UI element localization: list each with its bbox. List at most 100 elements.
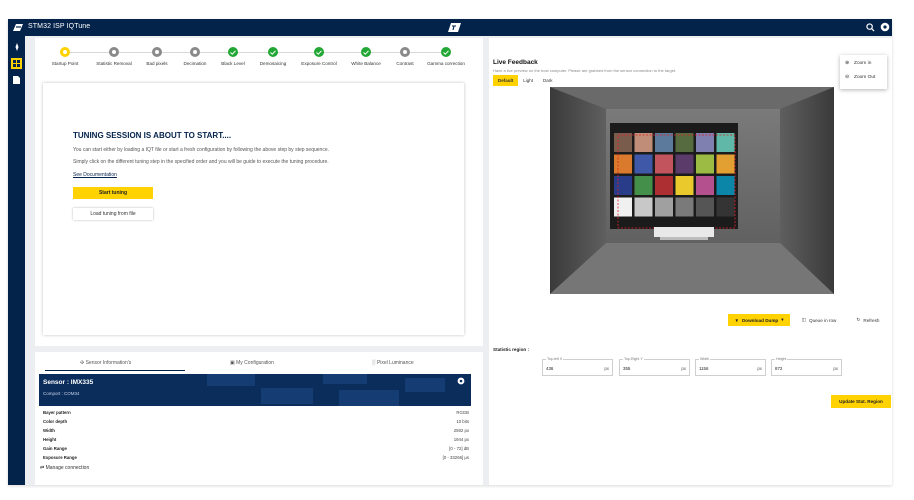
top-left-x-field[interactable]: Top-left X 436 px — [542, 357, 613, 376]
spec-row: Exposure Range [0 - 33266] μs — [43, 455, 469, 460]
step-bad-pixels[interactable]: Bad pixels — [137, 47, 177, 66]
step-exposure-control[interactable]: Exposure Control — [299, 47, 339, 66]
st-brand-logo-icon — [448, 23, 461, 32]
color-patch — [716, 133, 735, 152]
color-patch — [675, 197, 694, 217]
st-logo-icon — [13, 24, 23, 31]
zoom-in-icon: ⊕ — [845, 61, 850, 66]
color-patch — [655, 197, 673, 217]
height-field[interactable]: Height 872 px — [771, 357, 842, 376]
step-gamma-correction[interactable]: Gamma correction — [426, 47, 466, 66]
color-patch — [675, 176, 694, 195]
pending-step-icon — [190, 47, 200, 57]
mode-tab-light[interactable]: Light — [518, 75, 538, 86]
monitor-icon: ▣ — [230, 360, 235, 366]
live-feedback-title: Live Feedback — [493, 59, 538, 66]
sidebar — [8, 36, 25, 485]
live-feedback-panel: Live Feedback Have a live preview on the… — [489, 38, 892, 485]
color-patch — [634, 133, 653, 152]
color-patch — [716, 197, 735, 217]
color-patch — [655, 176, 673, 195]
color-patch — [696, 133, 714, 152]
live-feedback-subtitle: Have a live preview on the host computer… — [493, 68, 677, 73]
queue-icon: ◫ — [801, 317, 806, 322]
mode-tab-dark[interactable]: Dark — [538, 75, 558, 86]
color-patch — [634, 176, 653, 195]
zoom-out-icon: ⊖ — [845, 75, 850, 80]
width-field[interactable]: Width 1156 px — [695, 357, 766, 376]
active-tab-indicator — [45, 370, 185, 371]
color-patch — [614, 176, 632, 195]
queue-in-row-button[interactable]: ◫ Queue in row — [796, 314, 842, 326]
color-patch — [614, 154, 632, 174]
gear-icon[interactable] — [457, 377, 465, 385]
step-white-balance[interactable]: White Balance — [346, 47, 386, 66]
color-patch — [696, 197, 714, 217]
check-icon — [228, 47, 238, 57]
grid-icon — [13, 60, 20, 67]
chart-icon: ░ — [372, 360, 376, 366]
documentation-link[interactable]: See Documentation — [73, 172, 117, 178]
chevron-down-icon: ▾ — [781, 317, 784, 322]
sidebar-item-navigation[interactable] — [11, 41, 22, 52]
step-black-level[interactable]: Black Level — [213, 47, 253, 66]
sensor-name: Sensor : IMX335 — [43, 379, 94, 386]
info-panel: ✣ Sensor Information's ▣ My Configuratio… — [35, 352, 483, 485]
top-right-y-field[interactable]: Top-Right Y 355 px — [619, 357, 690, 376]
intro-text-1: You can start either by loading a IQT fi… — [73, 147, 329, 153]
intro-card: TUNING SESSION IS ABOUT TO START.... You… — [43, 83, 464, 335]
spec-row: Height 1944 px — [43, 437, 469, 442]
settings-icon[interactable] — [880, 22, 890, 32]
compass-icon — [15, 42, 18, 51]
tuning-panel: Startup Point Statistic Removal Bad pixe… — [35, 38, 483, 346]
pending-step-icon — [109, 47, 119, 57]
intro-text-2: Simply click on the different tuning ste… — [73, 159, 329, 165]
zoom-in-menu-item[interactable]: ⊕ Zoom in — [845, 61, 871, 66]
download-dump-button[interactable]: ▼ Download Dump ▾ — [728, 314, 790, 326]
step-startup-point[interactable]: Startup Point — [45, 47, 85, 66]
color-patch — [716, 176, 735, 195]
current-step-icon — [60, 47, 70, 57]
download-icon: ▼ — [734, 317, 739, 323]
sidebar-item-dashboard[interactable] — [11, 58, 22, 69]
spec-row: Color depth 10 bits — [43, 419, 469, 424]
app-window: STM32 ISP IQTune Startup Point Statistic… — [8, 19, 892, 485]
app-title: STM32 ISP IQTune — [28, 23, 91, 30]
color-patch — [634, 197, 653, 217]
manage-connection-link[interactable]: ⇄ Manage connection — [40, 465, 89, 471]
color-patch — [655, 133, 673, 152]
tab-sensor-information[interactable]: ✣ Sensor Information's — [80, 360, 131, 366]
color-patch — [655, 154, 673, 174]
spec-row: Width 2592 px — [43, 428, 469, 433]
color-patch — [634, 154, 653, 174]
color-patch — [675, 154, 694, 174]
swap-icon: ⇄ — [40, 465, 45, 471]
start-tuning-button[interactable]: Start tuning — [73, 187, 153, 199]
mode-tab-default[interactable]: Default — [493, 75, 519, 86]
crosshair-icon: ✣ — [80, 360, 85, 366]
statistic-region-label: Statistic region : — [493, 347, 529, 352]
color-patch — [614, 133, 632, 152]
sidebar-item-documents[interactable] — [11, 74, 22, 85]
zoom-out-menu-item[interactable]: ⊖ Zoom Out — [845, 75, 875, 80]
update-stat-region-button[interactable]: Update Stat. Region — [831, 395, 891, 408]
check-icon — [361, 47, 371, 57]
check-icon — [314, 47, 324, 57]
tab-my-configuration[interactable]: ▣ My Configuration — [230, 360, 274, 366]
load-tuning-button[interactable]: Load tuning from file — [73, 208, 153, 220]
booth-scene-image — [550, 87, 834, 294]
step-decimation[interactable]: Decimation — [175, 47, 215, 66]
document-icon — [13, 75, 20, 84]
search-icon[interactable] — [866, 23, 875, 32]
step-demosaicing[interactable]: Demosaicing — [253, 47, 293, 66]
color-patch — [716, 154, 735, 174]
refresh-button[interactable]: ↻ Refresh — [850, 314, 886, 326]
sensor-comport: Comport : COM34 — [43, 391, 80, 396]
color-patch — [696, 176, 714, 195]
step-statistic-removal[interactable]: Statistic Removal — [94, 47, 134, 66]
step-contrast[interactable]: Contrast — [385, 47, 425, 66]
sensor-header: Sensor : IMX335 Comport : COM34 — [39, 374, 471, 406]
intro-heading: TUNING SESSION IS ABOUT TO START.... — [73, 131, 232, 140]
tab-pixel-luminance[interactable]: ░ Pixel Luminance — [372, 360, 414, 366]
check-icon — [441, 47, 451, 57]
